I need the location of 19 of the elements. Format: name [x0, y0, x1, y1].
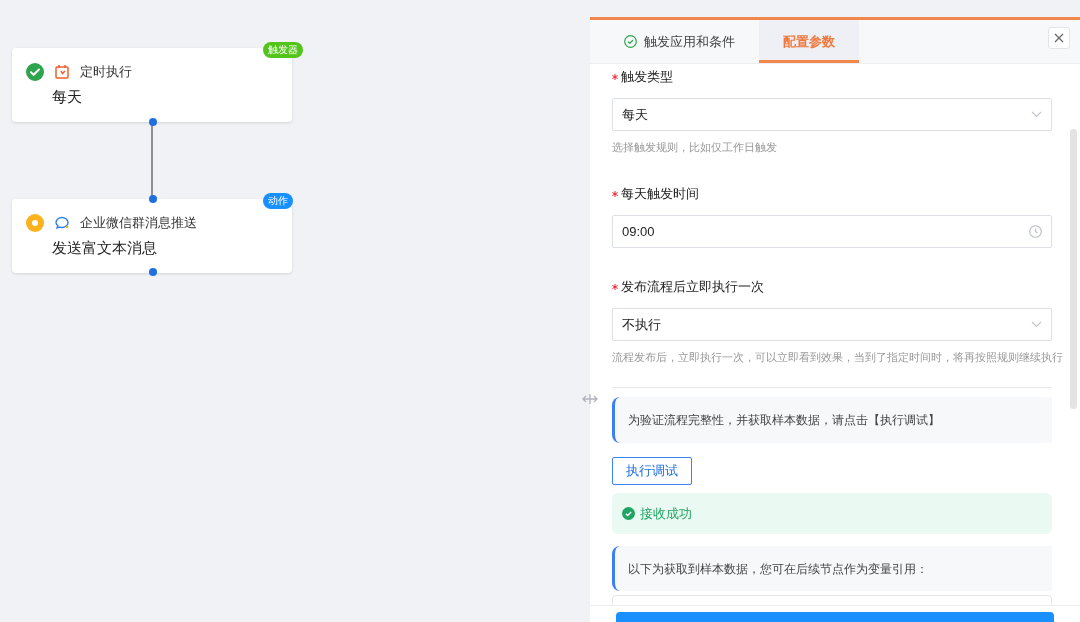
node-subtitle: 发送富文本消息 — [52, 238, 157, 258]
node-type-badge: 动作 — [263, 193, 293, 209]
debug-button[interactable]: 执行调试 — [612, 457, 692, 485]
panel-tab[interactable]: 触发应用和条件 — [600, 20, 759, 63]
field-hint: 选择触发规则，比如仅工作日触发 — [612, 140, 777, 155]
node-subtitle: 每天 — [52, 87, 82, 107]
select-field[interactable]: 不执行 — [612, 308, 1052, 341]
info-callout: 为验证流程完整性，并获取样本数据，请点击【执行调试】 — [612, 397, 1052, 443]
node-title: 企业微信群消息推送 — [80, 214, 197, 232]
select-field[interactable]: 每天 — [612, 98, 1052, 131]
field-label: 触发类型 — [621, 68, 673, 86]
alert-message: 接收成功 — [640, 504, 692, 523]
field-label: 每天触发时间 — [621, 185, 699, 203]
node-title: 定时执行 — [80, 63, 132, 81]
field-hint: 流程发布后，立即执行一次，可以立即看到效果，当到了指定时间时，将再按照规则继续执行 — [612, 350, 1063, 365]
info-callout: 以下为获取到样本数据，您可在后续节点作为变量引用： — [612, 546, 1052, 591]
node-type-badge: 触发器 — [263, 42, 303, 58]
time-picker[interactable]: 09:00 — [612, 215, 1052, 248]
field-label: 发布流程后立即执行一次 — [621, 278, 764, 296]
